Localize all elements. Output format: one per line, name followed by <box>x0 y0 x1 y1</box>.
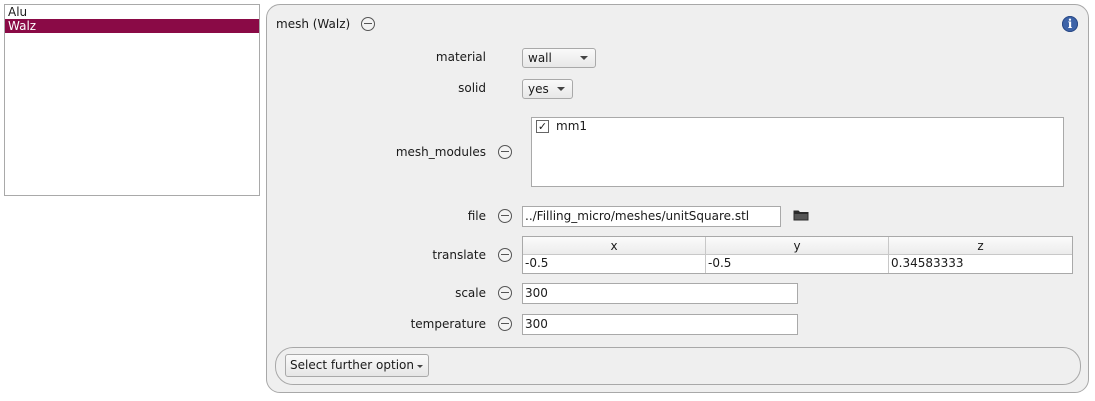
file-input[interactable]: ../Filling_micro/meshes/unitSquare.stl <box>522 206 781 227</box>
scale-input[interactable]: 300 <box>522 283 798 304</box>
column-header-x: x <box>523 237 706 255</box>
translate-z-cell[interactable]: 0.34583333 <box>889 255 1072 273</box>
list-item-walz[interactable]: Walz <box>5 19 259 33</box>
folder-icon[interactable] <box>793 209 809 221</box>
mm1-label: mm1 <box>556 119 588 133</box>
temperature-label: temperature <box>410 317 486 331</box>
remove-mesh-button[interactable] <box>361 17 375 31</box>
entity-list[interactable]: Alu Walz <box>4 4 260 196</box>
mesh-modules-label: mesh_modules <box>395 145 486 159</box>
solid-select[interactable]: yes <box>522 79 573 99</box>
remove-scale-button[interactable] <box>498 286 512 300</box>
column-header-y: y <box>706 237 889 255</box>
material-label: material <box>435 50 486 64</box>
translate-label: translate <box>432 248 486 262</box>
column-header-z: z <box>889 237 1072 255</box>
remove-file-button[interactable] <box>498 209 512 223</box>
file-label: file <box>467 209 486 223</box>
list-item-alu[interactable]: Alu <box>5 5 259 19</box>
mm1-checkbox[interactable]: ✓ <box>536 120 549 133</box>
translate-y-cell[interactable]: -0.5 <box>706 255 889 273</box>
select-further-option-button[interactable]: Select further option <box>285 354 429 377</box>
chevron-down-icon <box>416 365 423 368</box>
chevron-down-icon <box>557 87 565 91</box>
further-option-group: Select further option <box>275 347 1081 385</box>
panel-title: mesh (Walz) <box>276 17 351 31</box>
info-icon[interactable]: i <box>1062 16 1078 32</box>
mesh-modules-list[interactable]: ✓ mm1 <box>531 117 1064 187</box>
remove-mesh-modules-button[interactable] <box>498 145 512 159</box>
material-value: wall <box>528 51 552 65</box>
mesh-panel: mesh (Walz) i material wall solid yes me… <box>266 4 1089 393</box>
solid-label: solid <box>458 81 486 95</box>
material-select[interactable]: wall <box>522 48 596 68</box>
solid-value: yes <box>528 82 549 96</box>
further-option-label: Select further option <box>290 358 414 372</box>
remove-translate-button[interactable] <box>498 248 512 262</box>
scale-label: scale <box>455 286 486 300</box>
temperature-input[interactable]: 300 <box>522 314 798 335</box>
remove-temperature-button[interactable] <box>498 317 512 331</box>
translate-table: x y z -0.5 -0.5 0.34583333 <box>522 236 1073 274</box>
chevron-down-icon <box>580 56 588 60</box>
translate-x-cell[interactable]: -0.5 <box>523 255 706 273</box>
